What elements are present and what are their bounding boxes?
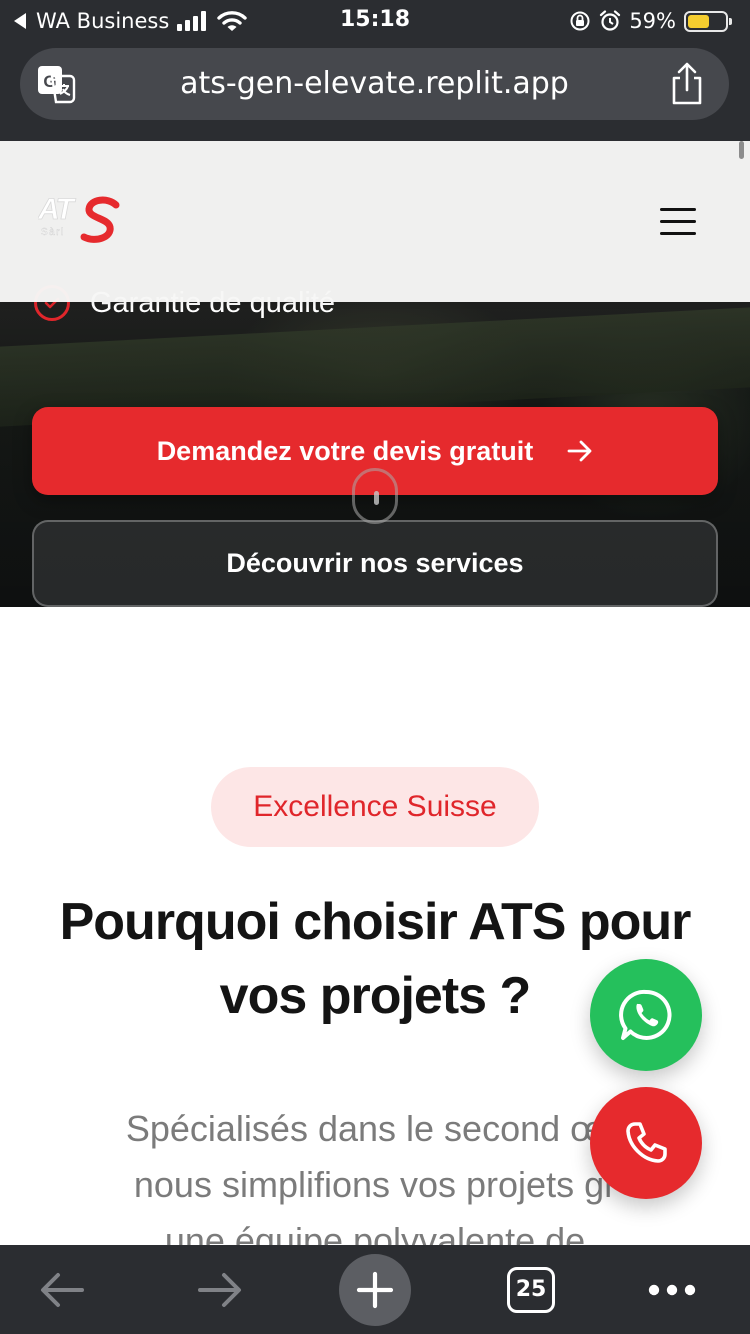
share-icon[interactable] [669,62,705,106]
more-dots-icon [648,1284,696,1295]
logo-subtext: Sàrl [41,227,65,238]
browser-toolbar: 25 [0,1245,750,1334]
call-button[interactable] [590,1087,702,1199]
browser-address-area: G ats-gen-elevate.replit.app [0,40,750,141]
free-quote-label: Demandez votre devis gratuit [156,435,534,466]
site-header: AT Sàrl [0,141,750,302]
scroll-indicator-dot [374,491,379,505]
back-button[interactable] [30,1245,94,1334]
section-badge: Excellence Suisse [211,767,539,847]
status-indicators: 59% [569,7,732,35]
discover-services-label: Découvrir nos services [226,548,524,578]
whatsapp-icon [619,989,672,1040]
arrow-right-icon [567,440,592,462]
battery-percent: 59% [629,9,676,33]
web-content[interactable]: Garantie de qualité Demandez votre devis… [0,141,750,1245]
rotation-lock-icon [570,11,590,31]
phone-icon [626,1122,667,1163]
whatsapp-button[interactable] [590,959,702,1071]
forward-button[interactable] [188,1245,252,1334]
menu-bar [660,220,696,223]
tab-switcher-button[interactable]: 25 [505,1245,557,1334]
arrow-left-icon [41,1272,84,1307]
discover-services-button[interactable]: Découvrir nos services [32,520,718,607]
address-bar[interactable]: G ats-gen-elevate.replit.app [20,48,729,120]
ats-logo[interactable]: AT Sàrl [38,191,128,249]
section-title-line: Pourquoi choisir ATS pour [59,893,692,951]
url-text: ats-gen-elevate.replit.app [180,66,569,101]
battery-level [688,14,710,28]
scroll-down-indicator [352,468,398,524]
description-line: une équipe polyvalente de [164,1220,586,1245]
status-bar: WA Business 15:18 59% [0,0,750,40]
new-tab-circle [339,1253,411,1326]
arrow-right-icon [198,1272,241,1307]
plus-icon [356,1271,394,1308]
logo-text: AT [38,193,76,226]
alarm-icon [600,10,621,31]
new-tab-button[interactable] [339,1245,411,1334]
page-scrollbar[interactable] [739,141,744,159]
menu-bar [660,232,696,235]
tab-count: 25 [507,1266,555,1313]
battery-icon [684,10,732,32]
more-menu-button[interactable] [640,1245,704,1334]
hamburger-menu-icon[interactable] [656,205,700,239]
menu-bar [660,208,696,211]
